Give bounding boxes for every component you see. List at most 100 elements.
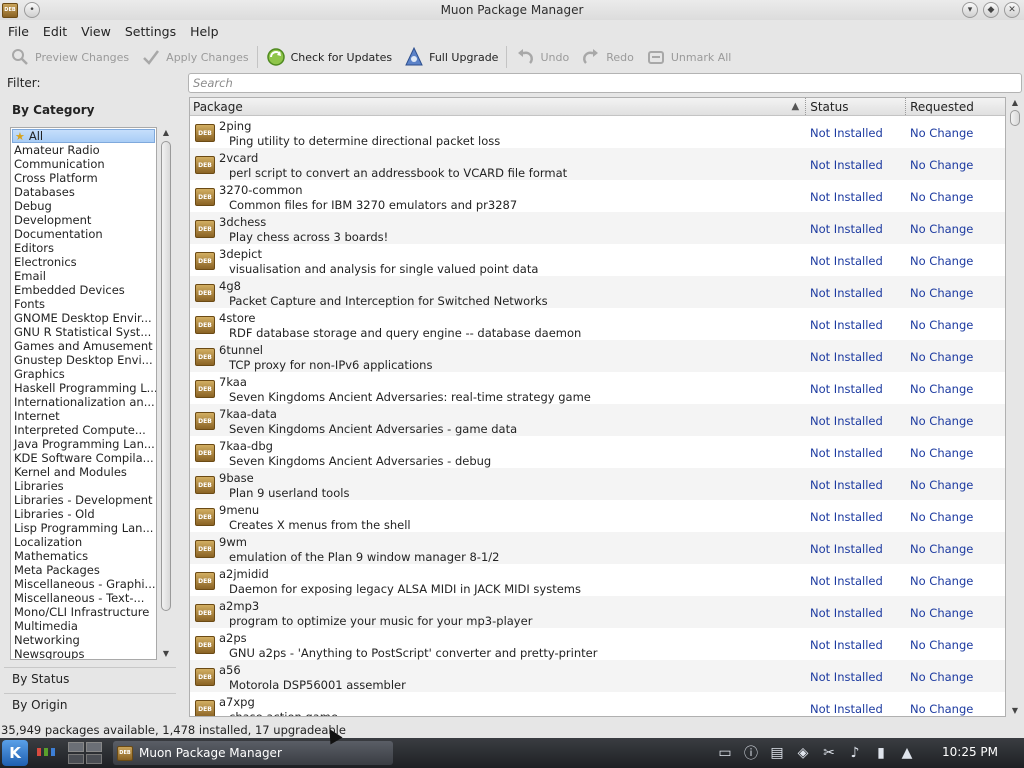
- category-item[interactable]: Fonts: [11, 297, 156, 311]
- menu-view[interactable]: View: [81, 24, 111, 39]
- category-item[interactable]: Databases: [11, 185, 156, 199]
- table-row[interactable]: DEB 7kaa-dbg Seven Kingdoms Ancient Advers…: [190, 436, 1005, 468]
- klipper-scissors-icon[interactable]: ✂: [818, 742, 840, 764]
- category-item[interactable]: KDE Software Compila...: [11, 451, 156, 465]
- category-item[interactable]: Communication: [11, 157, 156, 171]
- category-item[interactable]: Internationalization an...: [11, 395, 156, 409]
- category-item[interactable]: Email: [11, 269, 156, 283]
- network-icon[interactable]: ◈: [792, 742, 814, 764]
- minimize-icon[interactable]: ▾: [962, 2, 978, 18]
- menu-help[interactable]: Help: [190, 24, 219, 39]
- volume-icon[interactable]: ♪: [844, 742, 866, 764]
- category-item[interactable]: Graphics: [11, 367, 156, 381]
- category-item[interactable]: Libraries - Development: [11, 493, 156, 507]
- battery-icon[interactable]: ▮: [870, 742, 892, 764]
- scroll-up-icon[interactable]: ▲: [1009, 97, 1021, 109]
- info-icon[interactable]: ⓘ: [740, 742, 762, 764]
- by-status-tab[interactable]: By Status: [4, 667, 176, 689]
- table-row[interactable]: DEB a56 Motorola DSP56001 assembler Not Ins…: [190, 660, 1005, 692]
- category-item[interactable]: Interpreted Compute...: [11, 423, 156, 437]
- by-category-header[interactable]: By Category: [12, 103, 95, 117]
- table-row[interactable]: DEB a2mp3 program to optimize your music f…: [190, 596, 1005, 628]
- scroll-up-icon[interactable]: ▲: [160, 127, 172, 139]
- table-row[interactable]: DEB a7xpg chase action game Not Installed No…: [190, 692, 1005, 716]
- table-row[interactable]: DEB 3270-common Common files for IBM 3270 …: [190, 180, 1005, 212]
- category-item[interactable]: Miscellaneous - Text-...: [11, 591, 156, 605]
- app-icon[interactable]: DEB: [2, 2, 18, 18]
- full-upgrade-button[interactable]: Full Upgrade: [398, 43, 504, 71]
- category-item[interactable]: Multimedia: [11, 619, 156, 633]
- category-item[interactable]: Java Programming Lan...: [11, 437, 156, 451]
- search-input[interactable]: Search: [188, 73, 1022, 93]
- unmark-all-button[interactable]: Unmark All: [640, 43, 738, 71]
- redo-button[interactable]: Redo: [575, 43, 640, 71]
- category-item[interactable]: GNOME Desktop Envir...: [11, 311, 156, 325]
- category-item[interactable]: Miscellaneous - Graphi...: [11, 577, 156, 591]
- category-scrollbar[interactable]: ▲ ▼: [159, 127, 173, 660]
- column-status[interactable]: Status: [805, 98, 905, 115]
- category-item[interactable]: Internet: [11, 409, 156, 423]
- menu-file[interactable]: File: [8, 24, 29, 39]
- kde-menu-icon[interactable]: K: [2, 740, 28, 766]
- column-requested[interactable]: Requested: [905, 98, 1005, 115]
- scroll-down-icon[interactable]: ▼: [1009, 705, 1021, 717]
- table-row[interactable]: DEB 9menu Creates X menus from the shell No…: [190, 500, 1005, 532]
- category-item[interactable]: Newsgroups: [11, 647, 156, 659]
- apply-changes-button[interactable]: Apply Changes: [135, 43, 254, 71]
- undo-button[interactable]: Undo: [509, 43, 575, 71]
- category-item[interactable]: Mono/CLI Infrastructure: [11, 605, 156, 619]
- table-row[interactable]: DEB 2vcard perl script to convert an addre…: [190, 148, 1005, 180]
- preview-changes-button[interactable]: Preview Changes: [4, 43, 135, 71]
- table-row[interactable]: DEB a2ps GNU a2ps - 'Anything to PostScrip…: [190, 628, 1005, 660]
- table-scrollbar[interactable]: ▲ ▼: [1008, 97, 1022, 717]
- category-item[interactable]: Libraries: [11, 479, 156, 493]
- table-row[interactable]: DEB 7kaa Seven Kingdoms Ancient Adversarie…: [190, 372, 1005, 404]
- table-row[interactable]: DEB 3depict visualisation and analysis for…: [190, 244, 1005, 276]
- scroll-thumb[interactable]: [161, 141, 171, 611]
- by-origin-tab[interactable]: By Origin: [4, 693, 176, 715]
- table-row[interactable]: DEB 6tunnel TCP proxy for non-IPv6 applica…: [190, 340, 1005, 372]
- table-row[interactable]: DEB 7kaa-data Seven Kingdoms Ancient Adver…: [190, 404, 1005, 436]
- category-item[interactable]: Lisp Programming Lan...: [11, 521, 156, 535]
- category-item[interactable]: Localization: [11, 535, 156, 549]
- check-for-updates-button[interactable]: Check for Updates: [260, 43, 399, 71]
- category-item[interactable]: Development: [11, 213, 156, 227]
- display-icon[interactable]: ▭: [714, 742, 736, 764]
- category-item[interactable]: Editors: [11, 241, 156, 255]
- table-row[interactable]: DEB 4store RDF database storage and query …: [190, 308, 1005, 340]
- category-item[interactable]: Libraries - Old: [11, 507, 156, 521]
- tray-expand-icon[interactable]: ▲: [896, 742, 918, 764]
- clock[interactable]: 10:25 PM: [942, 745, 998, 759]
- table-row[interactable]: DEB 2ping Ping utility to determine direct…: [190, 116, 1005, 148]
- column-package[interactable]: Package ▲: [190, 98, 805, 115]
- table-row[interactable]: DEB 3dchess Play chess across 3 boards! Not…: [190, 212, 1005, 244]
- desktop-pager[interactable]: [68, 742, 102, 752]
- category-item[interactable]: Kernel and Modules: [11, 465, 156, 479]
- notes-icon[interactable]: ▤: [766, 742, 788, 764]
- task-muon[interactable]: DEB Muon Package Manager: [113, 741, 393, 765]
- category-item[interactable]: Haskell Programming L...: [11, 381, 156, 395]
- table-row[interactable]: DEB 9base Plan 9 userland tools Not Install…: [190, 468, 1005, 500]
- menu-edit[interactable]: Edit: [43, 24, 67, 39]
- category-item[interactable]: Games and Amusement: [11, 339, 156, 353]
- activities-icon[interactable]: [37, 748, 55, 756]
- category-item[interactable]: Meta Packages: [11, 563, 156, 577]
- category-item[interactable]: Electronics: [11, 255, 156, 269]
- maximize-icon[interactable]: ◆: [983, 2, 999, 18]
- category-item[interactable]: Mathematics: [11, 549, 156, 563]
- window-menu-icon[interactable]: •: [24, 2, 40, 18]
- category-item[interactable]: Debug: [11, 199, 156, 213]
- category-item[interactable]: Embedded Devices: [11, 283, 156, 297]
- close-icon[interactable]: ✕: [1004, 2, 1020, 18]
- category-item[interactable]: Amateur Radio: [11, 143, 156, 157]
- scroll-thumb[interactable]: [1010, 110, 1020, 126]
- menu-settings[interactable]: Settings: [125, 24, 176, 39]
- category-item[interactable]: Gnustep Desktop Envi...: [11, 353, 156, 367]
- category-item[interactable]: GNU R Statistical Syst...: [11, 325, 156, 339]
- category-item[interactable]: Documentation: [11, 227, 156, 241]
- scroll-down-icon[interactable]: ▼: [160, 648, 172, 660]
- category-item[interactable]: Networking: [11, 633, 156, 647]
- table-row[interactable]: DEB 4g8 Packet Capture and Interception fo…: [190, 276, 1005, 308]
- desktop-pager-row[interactable]: [68, 754, 102, 764]
- table-row[interactable]: DEB 9wm emulation of the Plan 9 window man…: [190, 532, 1005, 564]
